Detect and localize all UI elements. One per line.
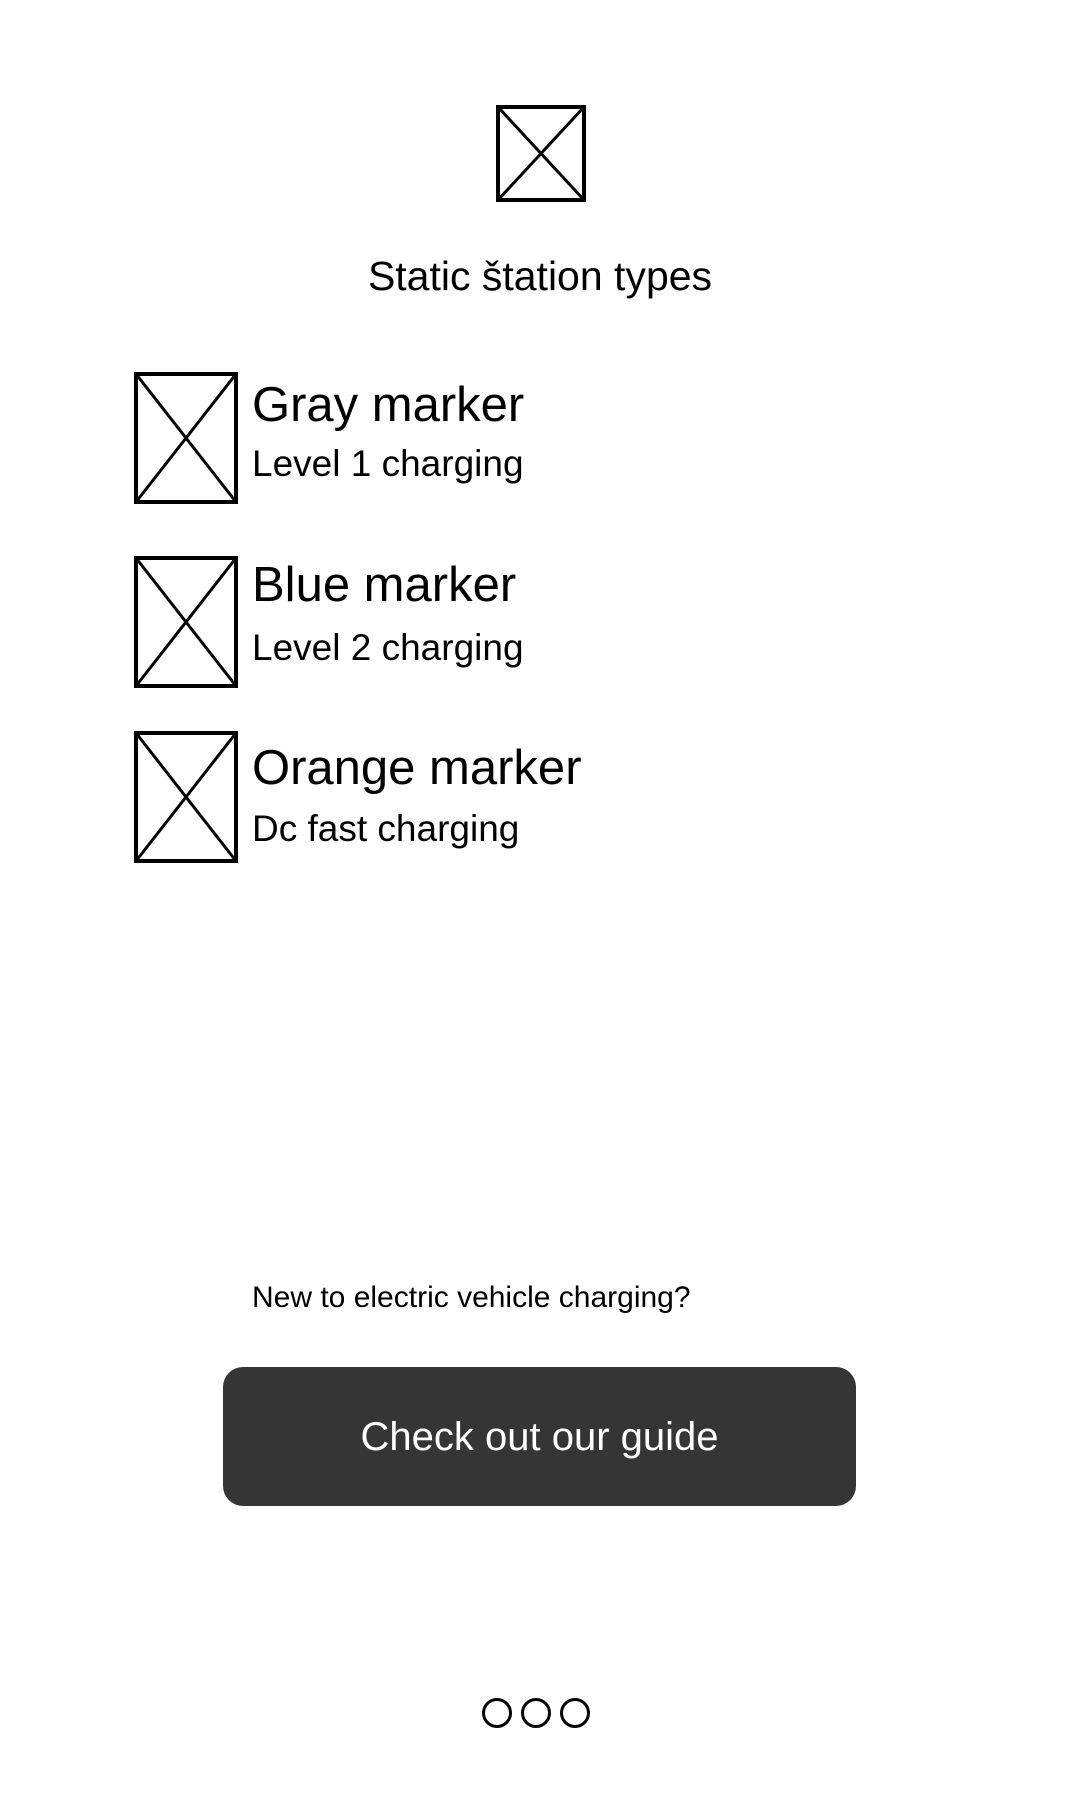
marker-item-gray: Gray marker Level 1 charging [134,372,934,506]
orange-marker-image-placeholder-icon [134,731,238,863]
marker-item-orange: Orange marker Dc fast charging [134,731,934,865]
gray-marker-image-placeholder-icon [134,372,238,504]
marker-item-blue: Blue marker Level 2 charging [134,556,934,690]
marker-title: Orange marker [252,741,582,795]
blue-marker-image-placeholder-icon [134,556,238,688]
marker-subtitle: Level 1 charging [252,443,524,484]
check-out-guide-button[interactable]: Check out our guide [223,1367,856,1506]
hero-image-placeholder-icon [496,105,586,202]
page-indicator [480,1698,600,1728]
marker-title: Blue marker [252,558,517,612]
page-dot-1[interactable] [482,1698,512,1728]
marker-subtitle: Level 2 charging [252,627,524,668]
marker-subtitle: Dc fast charging [252,808,520,849]
marker-title: Gray marker [252,378,525,432]
page-dot-3[interactable] [560,1698,590,1728]
new-to-ev-prompt: New to electric vehicle charging? [252,1281,691,1314]
page-title: Static štation types [367,253,713,299]
page-dot-2[interactable] [521,1698,551,1728]
